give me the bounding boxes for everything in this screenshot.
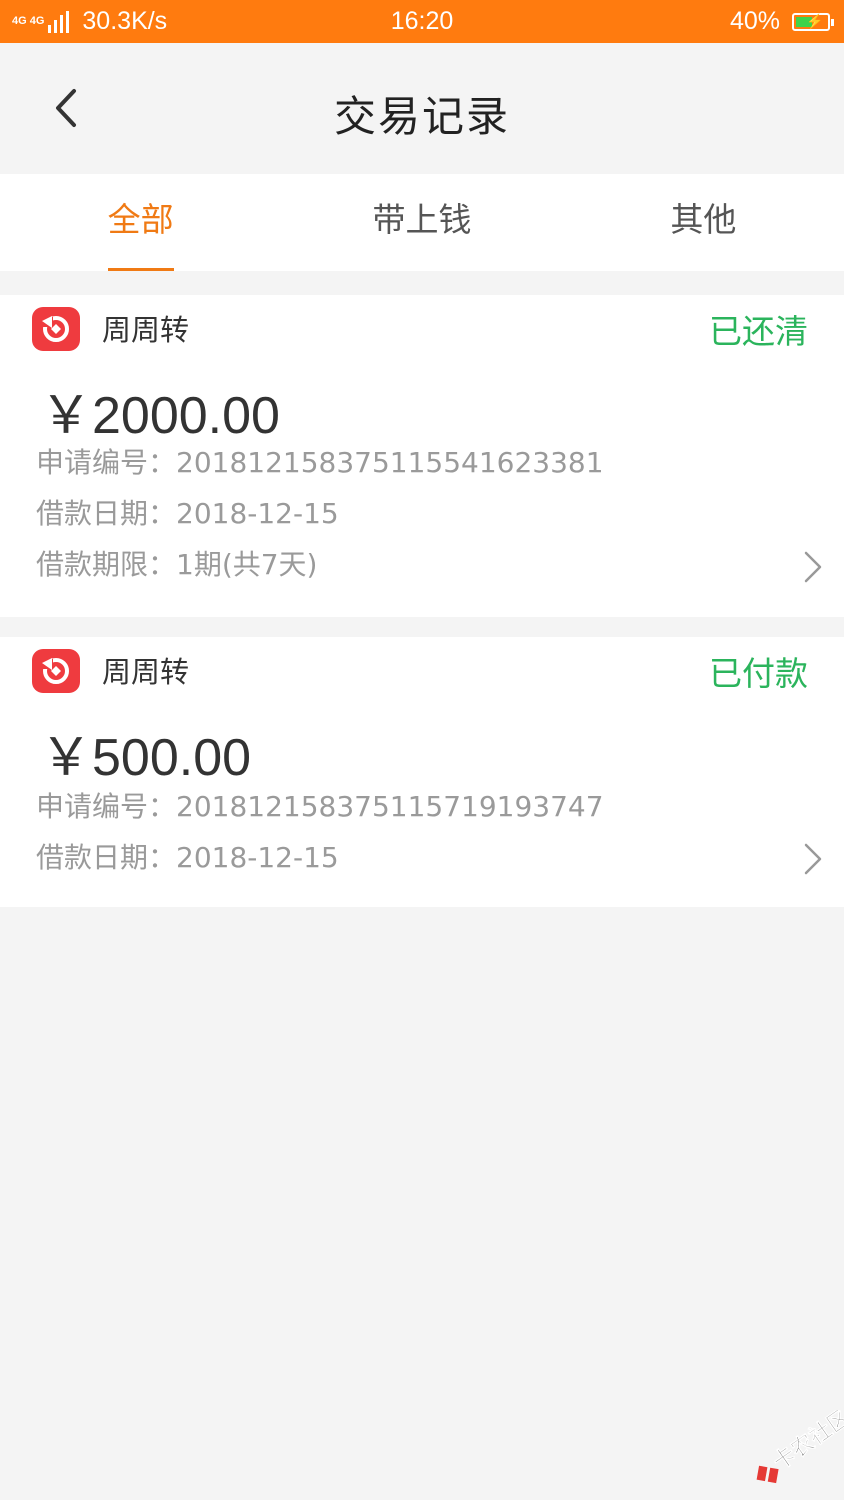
tab-all[interactable]: 全部 (0, 174, 281, 271)
status-badge: 已还清 (709, 312, 808, 351)
record-card[interactable]: 周周转 已还清 ￥2000.00 申请编号：201812158375115541… (0, 295, 844, 617)
nav-bar: 交易记录 (0, 43, 844, 173)
battery-icon: ⚡ (792, 12, 834, 31)
application-number: 申请编号：20181215837511554162338​1 (36, 446, 604, 479)
page-title: 交易记录 (333, 92, 510, 141)
app-name: 周周转 (102, 655, 190, 689)
loan-amount: ￥2000.00 (40, 387, 280, 445)
tab-bar: 全部 带上钱 其他 (0, 174, 844, 271)
tab-label: 其他 (670, 200, 737, 239)
record-card[interactable]: 周周转 已付款 ￥500.00 申请编号：2018121583751157191… (0, 637, 844, 907)
svg-text:卡农社区: 卡农社区 (768, 1410, 844, 1476)
loan-date: 借款日期：2018-12-15 (36, 497, 339, 530)
tab-label: 全部 (107, 200, 174, 239)
tab-daishangqian[interactable]: 带上钱 (281, 174, 562, 271)
active-tab-indicator (107, 268, 174, 271)
loan-term: 借款期限：1期(共7天) (36, 548, 318, 581)
watermark-logo: 卡农社区 (756, 1410, 844, 1484)
tab-other[interactable]: 其他 (563, 174, 844, 271)
chevron-right-icon (804, 551, 822, 583)
app-logo-icon (32, 649, 80, 693)
battery-percent: 40% (729, 7, 780, 35)
loan-amount: ￥500.00 (40, 729, 252, 787)
status-badge: 已付款 (709, 654, 808, 693)
chevron-right-icon (804, 843, 822, 875)
app-name: 周周转 (102, 313, 190, 347)
clock: 16:20 (390, 7, 454, 35)
status-right: 40% ⚡ (729, 7, 834, 36)
loan-date: 借款日期：2018-12-15 (36, 841, 339, 874)
status-bar: 4G 4G 30.3K/s 16:20 40% ⚡ (0, 0, 844, 43)
tab-label: 带上钱 (372, 200, 472, 239)
app-logo-icon (32, 307, 80, 351)
application-number: 申请编号：20181215837511571919374​7 (36, 790, 604, 823)
